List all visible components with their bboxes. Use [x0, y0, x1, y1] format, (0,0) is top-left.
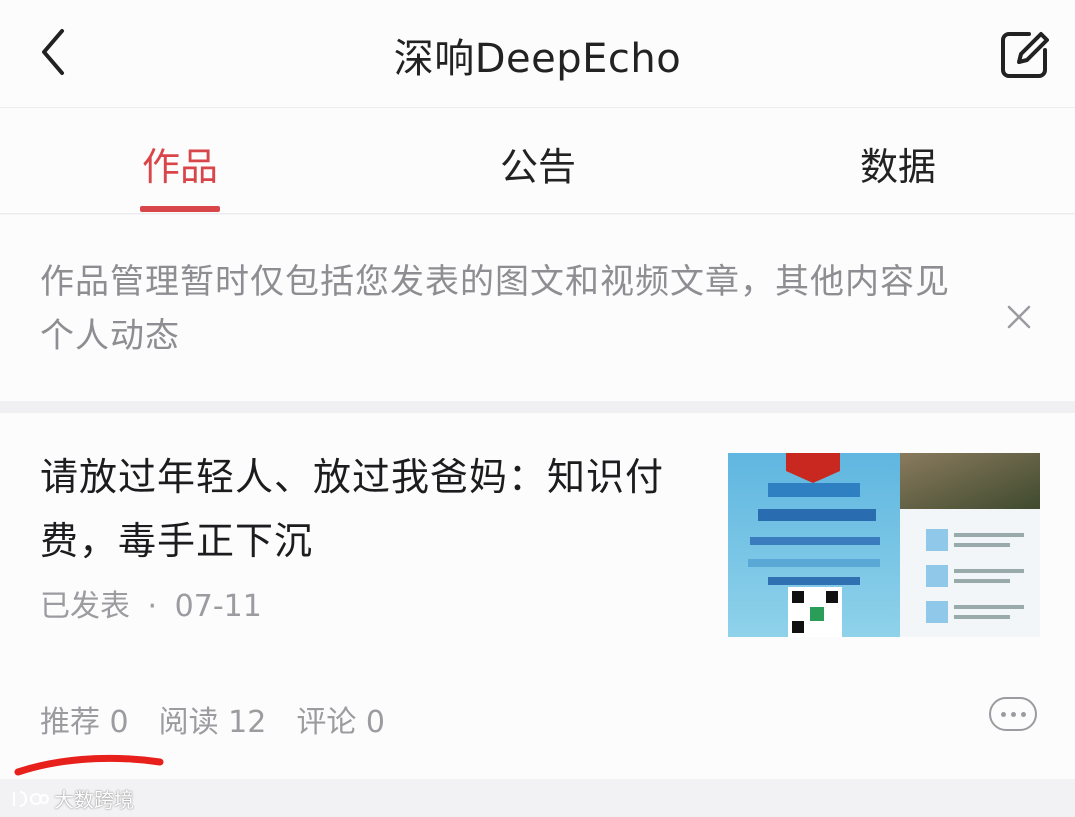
active-tab-indicator: [140, 206, 220, 212]
edit-button[interactable]: [997, 26, 1053, 82]
page: 深响DeepEcho 作品 公告 数据 作品管理暂时仅包括您发表的图文和视频文章…: [0, 0, 1075, 817]
more-options-button[interactable]: [989, 697, 1037, 731]
tab-works[interactable]: 作品: [80, 136, 280, 191]
tab-announcements[interactable]: 公告: [438, 136, 638, 191]
stat-recommend: 推荐 0: [40, 705, 129, 740]
article-card[interactable]: 请放过年轻人、放过我爸妈：知识付费，毒手正下沉 已发表 · 07-11 推荐 0…: [0, 413, 1075, 779]
tab-bar: 作品 公告 数据: [0, 108, 1075, 214]
notice-close-button[interactable]: [999, 297, 1039, 337]
meta-separator: ·: [147, 589, 158, 624]
notice-banner: 作品管理暂时仅包括您发表的图文和视频文章，其他内容见个人动态: [0, 215, 1075, 401]
article-thumbnail[interactable]: [728, 453, 1040, 637]
notice-text: 作品管理暂时仅包括您发表的图文和视频文章，其他内容见个人动态: [40, 262, 950, 356]
thumbnail-image: [728, 453, 1040, 637]
article-title[interactable]: 请放过年轻人、放过我爸妈：知识付费，毒手正下沉: [40, 445, 690, 573]
more-icon-dot: [1010, 711, 1016, 717]
article-status: 已发表: [40, 589, 130, 624]
page-title: 深响DeepEcho: [393, 36, 682, 82]
stat-comment: 评论 0: [296, 705, 385, 740]
more-icon-dot: [1020, 711, 1026, 717]
edit-icon: [1001, 32, 1049, 78]
watermark: 大数跨境: [10, 784, 134, 813]
top-nav-bar: 深响DeepEcho: [0, 0, 1075, 108]
close-icon: [1007, 305, 1031, 329]
red-underline-annotation: [14, 754, 164, 776]
tab-data[interactable]: 数据: [798, 136, 998, 191]
article-date: 07-11: [174, 589, 262, 624]
watermark-text: 大数跨境: [54, 788, 134, 812]
watermark-logo-icon: [13, 790, 49, 807]
bottom-strip: [0, 779, 1075, 817]
section-divider: [0, 401, 1075, 413]
article-meta: 已发表 · 07-11: [40, 581, 262, 625]
stat-read: 阅读 12: [158, 705, 267, 740]
article-stats: 推荐 0 阅读 12 评论 0: [40, 697, 385, 741]
more-icon-dot: [1000, 711, 1006, 717]
